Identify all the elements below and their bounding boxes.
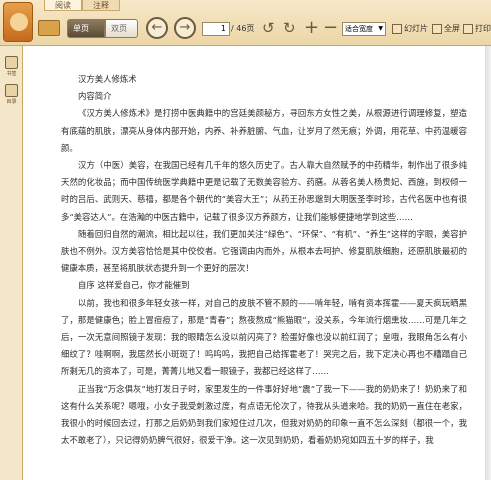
section-heading: 内容简介 [78,91,112,102]
print-button[interactable]: 打印 [463,23,491,35]
page-content: 汉方美人修炼术 内容简介 《汉方美人修炼术》是打捞中医典籍中的宫廷美颜秘方，寻回… [61,71,467,449]
slideshow-icon [392,24,402,34]
tab-annotate[interactable]: 注释 [82,0,120,11]
section-heading: 自序 这样爱自己，你才能催到 [78,280,190,291]
open-folder-icon[interactable] [38,20,60,36]
slideshow-label: 幻灯片 [404,24,428,33]
toc-icon [5,84,18,97]
next-page-icon[interactable]: → [174,17,196,39]
paragraph: 以前，我也和很多年轻女孩一样，对自己的皮肤不管不顾的——啃年轻，啃有资本挥霍——… [61,297,467,377]
document-page: 汉方美人修炼术 内容简介 《汉方美人修炼术》是打捞中医典籍中的宫廷美颜秘方，寻回… [24,46,485,480]
fullscreen-icon [432,24,442,34]
fullscreen-label: 全屏 [444,24,460,33]
toolbar: 阅读 注释 单页 双页 ← → 1 / 46页 ↺ ↻ + − 适合宽度 ▼ 幻灯… [0,0,491,46]
zoom-in-icon[interactable]: + [304,17,319,39]
single-page-label: 单页 [73,24,89,33]
print-label: 打印 [475,24,491,33]
single-page-button[interactable]: 单页 [67,19,105,38]
paragraph: 正当我“万念俱灰”地打发日子时，家里发生的一件事好好地“震”了我一下——我的奶奶… [61,383,467,446]
rotate-right-icon[interactable]: ↻ [283,17,296,39]
app-logo [3,2,33,42]
double-page-button[interactable]: 双页 [105,19,138,38]
sidebar-item-bookmarks[interactable]: 书签 [2,56,21,77]
sidebar-item-label: 书签 [6,71,17,77]
slideshow-button[interactable]: 幻灯片 [392,23,428,35]
zoom-out-icon[interactable]: − [323,17,338,39]
page-shadow [485,46,491,480]
book-title: 汉方美人修炼术 [78,74,137,84]
paragraph: 随着回归自然的潮流，相比起以往，我们更加关注“绿色”、“环保”、“有机”、“养生… [61,228,467,274]
paragraph: 汉方（中医）美容，在我国已经有几千年的悠久历史了。古人靠大自然赋予的中药精华，制… [61,160,467,222]
sidebar-item-label: 目录 [6,99,17,105]
fullscreen-button[interactable]: 全屏 [432,23,460,35]
bookmark-icon [5,56,18,69]
page-number-input[interactable]: 1 [202,22,230,36]
zoom-select[interactable]: 适合宽度 ▼ [342,22,386,36]
sidebar: 书签 目录 [0,46,23,480]
zoom-value: 适合宽度 [345,25,373,33]
prev-page-icon[interactable]: ← [146,17,168,39]
sidebar-item-toc[interactable]: 目录 [2,84,21,105]
print-icon [463,24,473,34]
mode-tabs: 阅读 注释 [44,0,120,11]
page-total: / 46页 [231,24,255,33]
double-page-label: 双页 [111,24,127,33]
rotate-left-icon[interactable]: ↺ [262,17,275,39]
chevron-down-icon: ▼ [378,25,383,32]
paragraph: 《汉方美人修炼术》是打捞中医典籍中的宫廷美颜秘方，寻回东方女性之美，从根源进行调… [61,108,467,153]
tab-read[interactable]: 阅读 [44,0,82,11]
